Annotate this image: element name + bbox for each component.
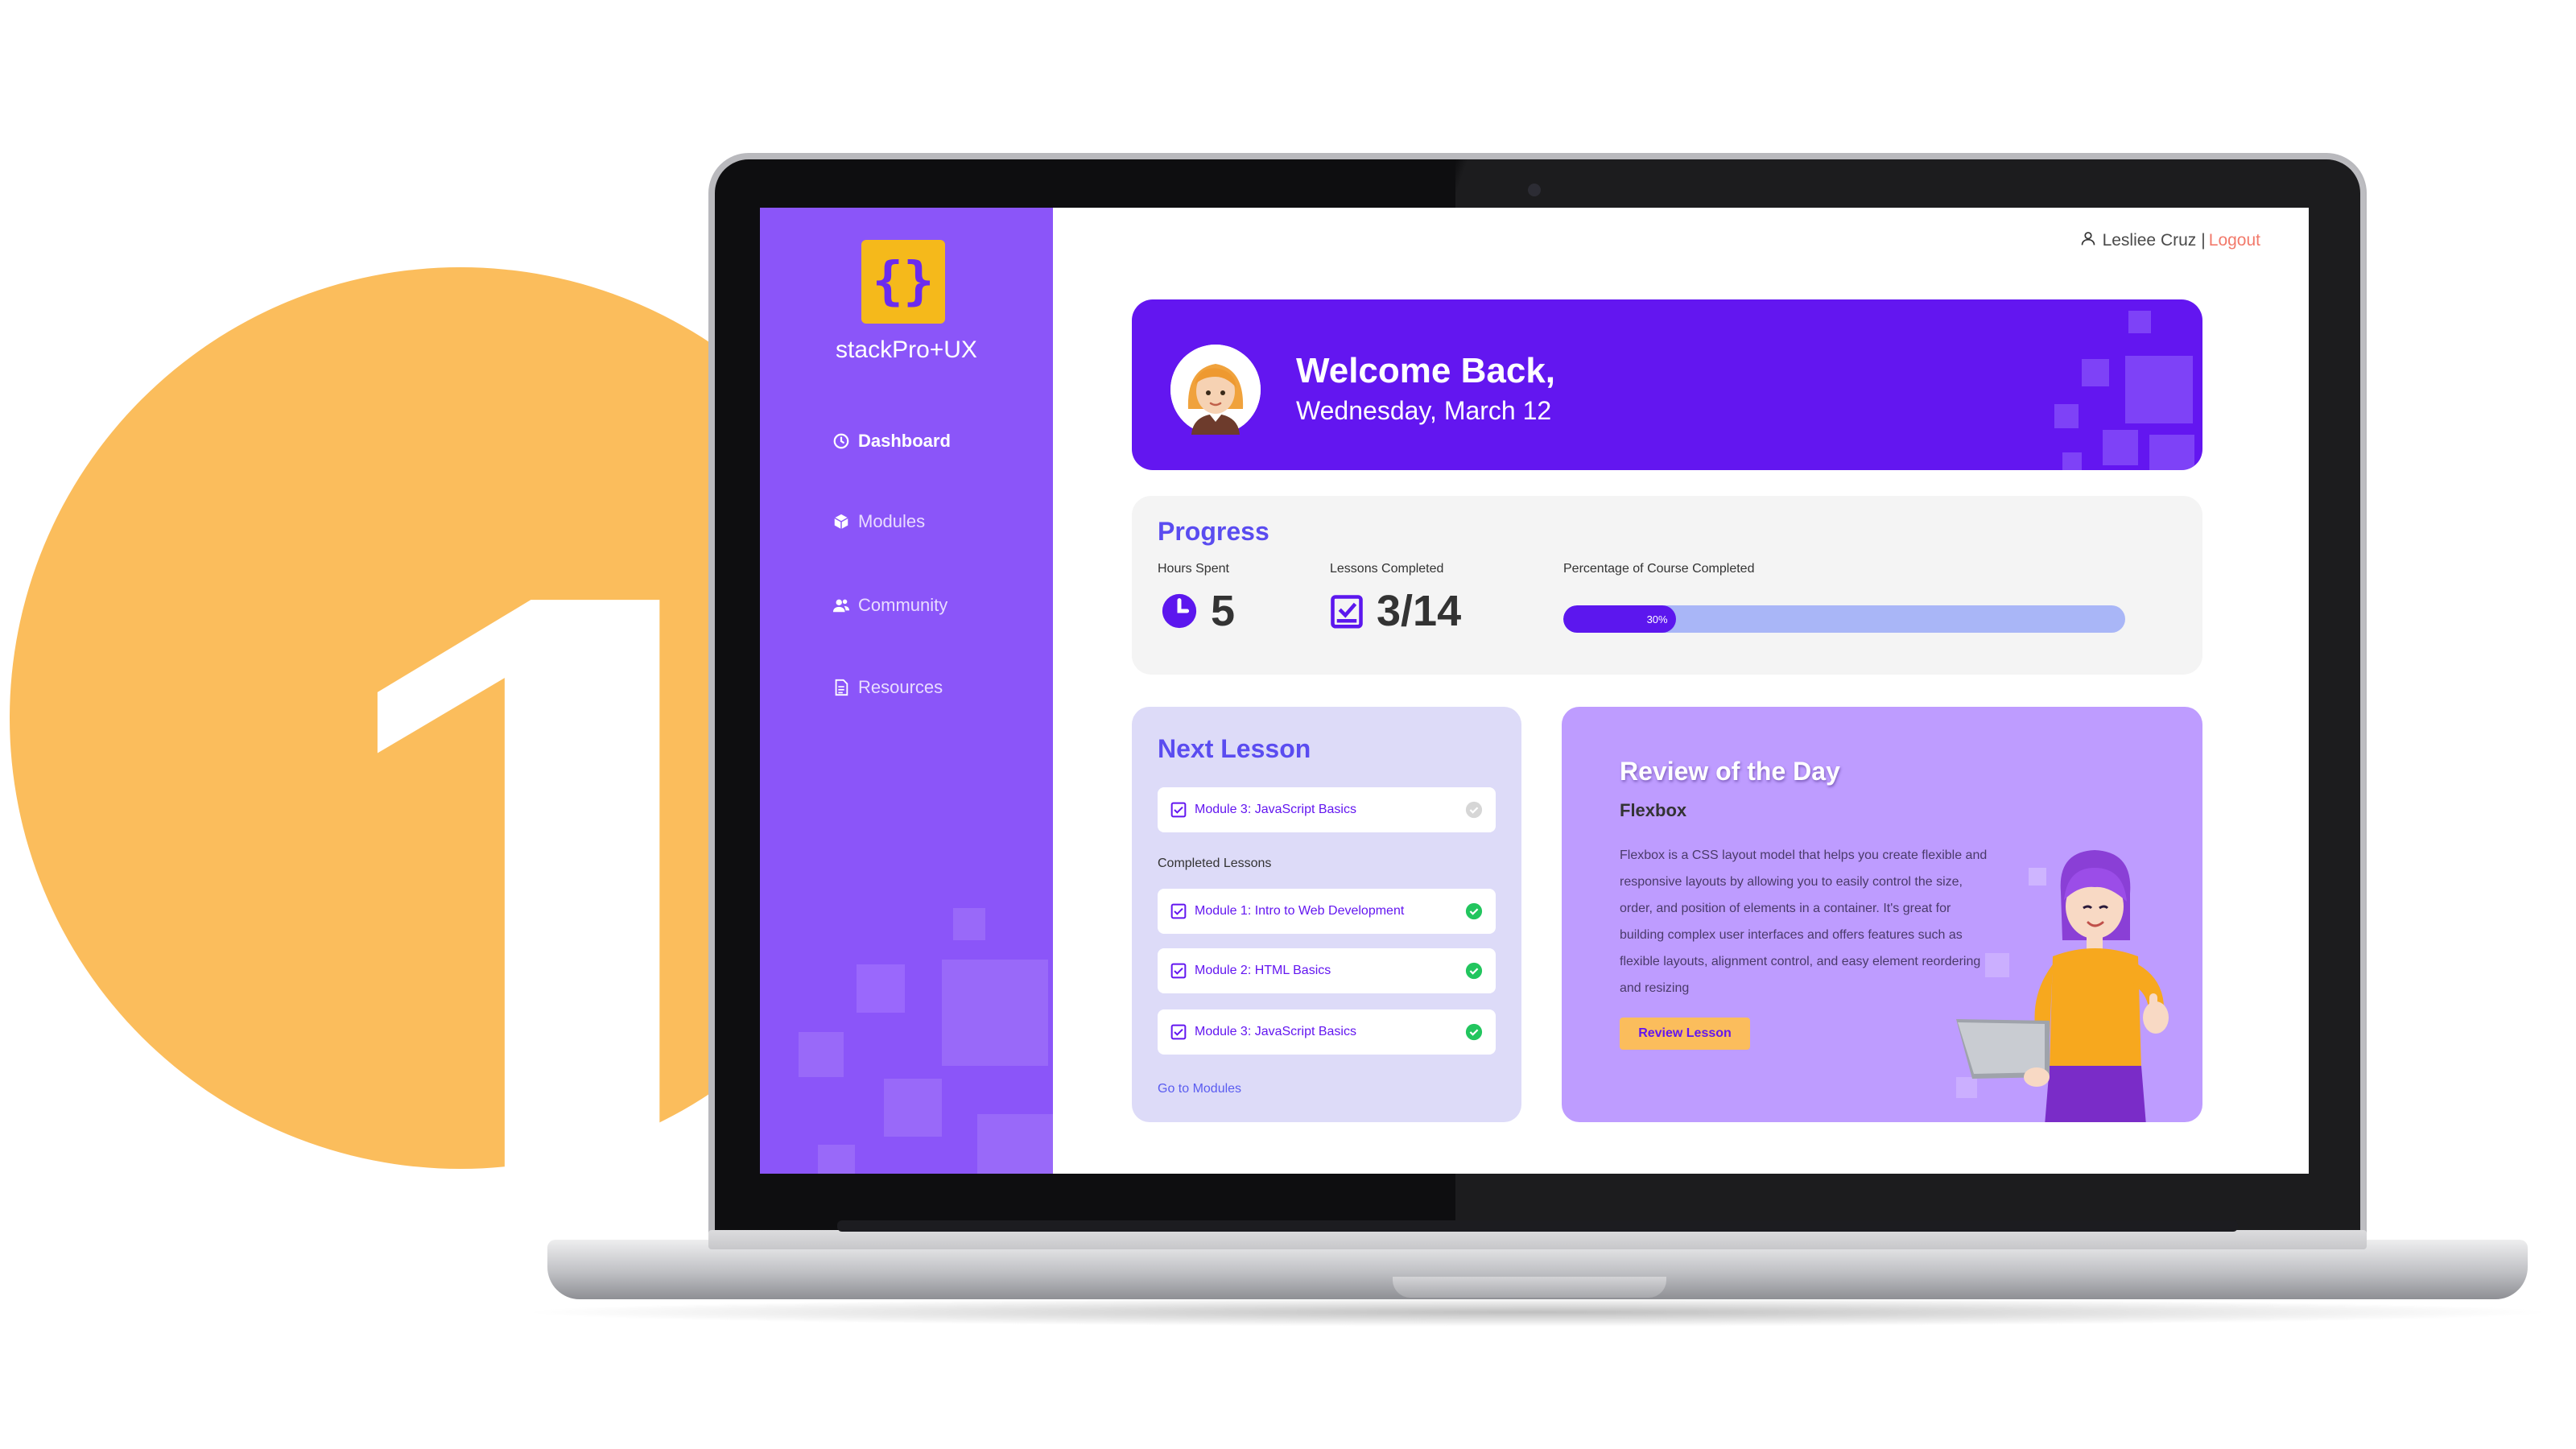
laptop-shadow (515, 1298, 2560, 1327)
decor-square (799, 1032, 844, 1077)
lessons-value: 3/14 (1377, 587, 1462, 635)
lessons-stat: 3/14 (1330, 586, 1461, 636)
review-topic: Flexbox (1620, 800, 1687, 820)
decor-square (2128, 311, 2151, 333)
decor-square (818, 1145, 855, 1174)
complete-check-icon (1465, 902, 1483, 920)
decor-square (2062, 452, 2082, 470)
lesson-label: Module 2: HTML Basics (1195, 964, 1331, 977)
document-icon (832, 679, 850, 696)
decor-square (884, 1079, 942, 1137)
progress-bar-text: 30% (1646, 613, 1668, 625)
go-to-modules-link[interactable]: Go to Modules (1158, 1082, 1241, 1096)
student-illustration (1956, 850, 2169, 1122)
decor-square (2125, 356, 2193, 423)
decor-square (942, 960, 1048, 1066)
brand-name: stackPro+UX (836, 336, 977, 363)
review-card: Review of the Day Flexbox Flexbox is a C… (1562, 707, 2202, 1122)
step-number: 1 (275, 436, 858, 1419)
sidebar-item-dashboard[interactable]: Dashboard (832, 425, 951, 457)
completed-lesson-item[interactable]: Module 2: HTML Basics (1158, 948, 1496, 993)
decor-square (977, 1114, 1053, 1174)
user-name: Lesliee Cruz (2102, 231, 2197, 250)
main-content: Lesliee Cruz | Logout Welcome Back, Wedn… (1053, 208, 2309, 1174)
next-lesson-item[interactable]: Module 3: JavaScript Basics (1158, 787, 1496, 832)
hours-stat: 5 (1161, 586, 1235, 636)
lessons-label: Lessons Completed (1330, 562, 1444, 576)
progress-title: Progress (1158, 517, 1269, 546)
lesson-label: Module 3: JavaScript Basics (1195, 803, 1356, 816)
sidebar-item-label: Community (858, 595, 948, 615)
app-screen: {} stackPro+UX Dashboard Modules Communi… (760, 208, 2309, 1174)
sidebar-item-label: Dashboard (858, 431, 951, 451)
user-icon[interactable] (2080, 230, 2103, 251)
complete-check-icon (1465, 962, 1483, 980)
welcome-title: Welcome Back, (1296, 351, 1556, 390)
next-lesson-card: Next Lesson Module 3: JavaScript Basics … (1132, 707, 1521, 1122)
sidebar-item-modules[interactable]: Modules (832, 506, 925, 538)
completed-lesson-item[interactable]: Module 1: Intro to Web Development (1158, 889, 1496, 934)
review-lesson-button[interactable]: Review Lesson (1620, 1018, 1750, 1050)
lesson-label: Module 1: Intro to Web Development (1195, 904, 1405, 918)
sidebar-item-label: Modules (858, 511, 926, 531)
sidebar: {} stackPro+UX Dashboard Modules Communi… (760, 208, 1053, 1174)
brand-logo[interactable]: {} (861, 240, 945, 324)
lesson-checkbox-icon (1170, 802, 1187, 818)
lesson-checkbox-icon (1170, 903, 1187, 919)
completed-lessons-label: Completed Lessons (1158, 857, 1272, 870)
users-icon (832, 597, 850, 614)
logout-link[interactable]: Logout (2209, 231, 2260, 250)
decor-square (953, 908, 985, 940)
progress-card: Progress Hours Spent 5 Lessons Completed… (1132, 496, 2202, 675)
completed-lesson-item[interactable]: Module 3: JavaScript Basics (1158, 1009, 1496, 1055)
decor-square (2149, 435, 2194, 470)
logo-glyph: {} (872, 252, 935, 312)
course-progress-bar: 30% (1563, 605, 2125, 633)
sidebar-item-resources[interactable]: Resources (832, 671, 943, 704)
laptop-hinge (708, 1230, 2367, 1249)
clock-icon (1162, 593, 1197, 629)
decor-square (2103, 430, 2138, 465)
checkbox-icon (1331, 595, 1363, 629)
laptop-notch (1393, 1277, 1666, 1298)
clock-icon (832, 432, 850, 450)
decor-square (857, 964, 905, 1013)
camera-icon (1528, 184, 1541, 196)
percent-label: Percentage of Course Completed (1563, 562, 1755, 576)
lesson-checkbox-icon (1170, 1024, 1187, 1040)
hours-label: Hours Spent (1158, 562, 1229, 576)
hours-value: 5 (1211, 587, 1236, 635)
next-lesson-title: Next Lesson (1158, 734, 1311, 763)
cube-icon (832, 513, 850, 530)
user-bar: Lesliee Cruz | Logout (2080, 230, 2260, 251)
complete-check-icon (1465, 1023, 1483, 1041)
user-separator: | (2201, 231, 2206, 250)
progress-bar-fill: 30% (1563, 605, 1676, 633)
welcome-date: Wednesday, March 12 (1296, 396, 1552, 425)
lesson-label: Module 3: JavaScript Basics (1195, 1025, 1356, 1038)
decor-square (2054, 404, 2079, 428)
sidebar-item-community[interactable]: Community (832, 589, 947, 621)
lesson-checkbox-icon (1170, 963, 1187, 979)
decor-square (2082, 359, 2109, 386)
laptop-keyboard-edge (837, 1220, 2238, 1232)
user-avatar[interactable] (1170, 345, 1261, 435)
sidebar-item-label: Resources (858, 677, 943, 697)
welcome-banner: Welcome Back, Wednesday, March 12 (1132, 299, 2202, 470)
pending-check-icon (1465, 801, 1483, 819)
review-title: Review of the Day (1620, 757, 1840, 786)
